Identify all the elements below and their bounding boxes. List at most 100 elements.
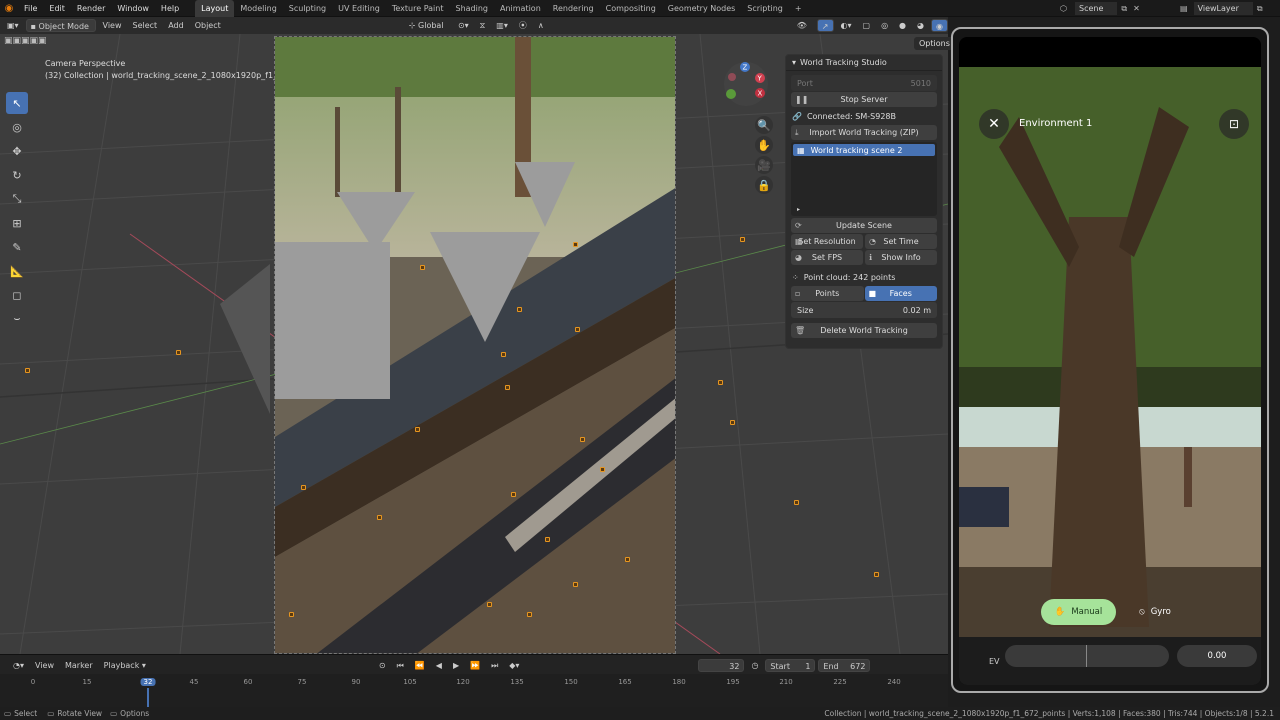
- options-button[interactable]: Options: [914, 37, 955, 50]
- tab-uv-editing[interactable]: UV Editing: [332, 0, 386, 17]
- solid-shading-icon[interactable]: ●: [895, 19, 910, 32]
- menu-file[interactable]: File: [18, 0, 43, 17]
- tab-layout[interactable]: Layout: [195, 0, 235, 17]
- editor-type-icon[interactable]: ▣▾: [3, 19, 23, 32]
- port-field[interactable]: Port 5010: [791, 75, 937, 91]
- ev-slider-thumb[interactable]: [1086, 645, 1087, 667]
- points-toggle[interactable]: ▫ Points: [791, 286, 864, 301]
- new-viewlayer-icon[interactable]: ⧉: [1257, 4, 1263, 14]
- delete-tracking-button[interactable]: 🗑 Delete World Tracking: [791, 323, 937, 338]
- new-scene-icon[interactable]: ⧉: [1121, 4, 1127, 14]
- tab-rendering[interactable]: Rendering: [547, 0, 600, 17]
- timeline-view-menu[interactable]: View: [31, 659, 58, 672]
- xray-icon[interactable]: ▢: [859, 19, 875, 32]
- set-time-button[interactable]: ◔ Set Time: [865, 234, 937, 249]
- lock-icon[interactable]: 🔒: [755, 176, 773, 194]
- select-mode-icons[interactable]: ▣▣▣▣▣: [4, 36, 47, 46]
- menu-help[interactable]: Help: [155, 0, 185, 17]
- orientation-dropdown[interactable]: ⊹ Global ▾: [405, 19, 451, 43]
- current-frame-field[interactable]: 32: [698, 658, 745, 672]
- select-menu[interactable]: Select: [129, 19, 162, 32]
- tab-compositing[interactable]: Compositing: [600, 0, 662, 17]
- snap-target-icon[interactable]: ▥▾: [492, 19, 512, 32]
- falloff-icon[interactable]: ∧: [534, 19, 548, 32]
- rendered-shading-icon[interactable]: ◉: [931, 19, 948, 32]
- play-icon[interactable]: ▶: [449, 659, 463, 672]
- panel-header[interactable]: ▾ World Tracking Studio: [786, 55, 942, 71]
- tab-shading[interactable]: Shading: [449, 0, 494, 17]
- list-expand-icon[interactable]: ▸: [797, 206, 800, 213]
- menu-edit[interactable]: Edit: [43, 0, 71, 17]
- cursor-tool-icon[interactable]: ◎: [6, 116, 28, 138]
- mode-dropdown[interactable]: ▪ Object Mode ▾: [25, 19, 96, 44]
- start-frame-field[interactable]: Start 1: [765, 658, 816, 672]
- add-cube-tool-icon[interactable]: ◻: [6, 284, 28, 306]
- tab-geometry-nodes[interactable]: Geometry Nodes: [662, 0, 741, 17]
- record-icon[interactable]: ⊙: [375, 659, 390, 672]
- tab-modeling[interactable]: Modeling: [234, 0, 282, 17]
- ev-value[interactable]: 0.00: [1177, 645, 1257, 667]
- stop-server-button[interactable]: ❚❚ Stop Server: [791, 92, 937, 107]
- rotate-tool-icon[interactable]: ↻: [6, 164, 28, 186]
- pivot-icon[interactable]: ⊙▾: [454, 19, 473, 32]
- scale-tool-icon[interactable]: ⤡: [6, 188, 28, 210]
- keying-icon[interactable]: ◆▾: [505, 659, 523, 672]
- prev-keyframe-icon[interactable]: ⏪: [411, 659, 429, 672]
- tab-texture-paint[interactable]: Texture Paint: [386, 0, 450, 17]
- proportional-edit-icon[interactable]: ⦿: [515, 19, 531, 32]
- timeline-editor-icon[interactable]: ◔▾: [9, 659, 28, 672]
- delete-scene-icon[interactable]: ✕: [1133, 4, 1140, 13]
- ev-slider[interactable]: [1005, 645, 1169, 667]
- visibility-icon[interactable]: 👁▾: [793, 19, 814, 43]
- scene-selector[interactable]: ⬡ Scene ⧉ ✕: [1060, 2, 1140, 15]
- blender-logo-icon[interactable]: ◉: [0, 3, 18, 14]
- set-resolution-button[interactable]: ▦ Set Resolution: [791, 234, 863, 249]
- set-fps-button[interactable]: ◕ Set FPS: [791, 250, 863, 265]
- overlay-icon[interactable]: ◐▾: [837, 19, 856, 32]
- playhead[interactable]: 32: [140, 678, 156, 686]
- add-menu[interactable]: Add: [164, 19, 188, 32]
- annotate-tool-icon[interactable]: ✎: [6, 236, 28, 258]
- close-icon[interactable]: ✕: [979, 109, 1009, 139]
- snap-icon[interactable]: ⧖: [476, 19, 490, 32]
- timeline-track[interactable]: 0 15 32 45 60 75 90 105 120 135 150 165 …: [0, 674, 948, 708]
- select-tool-icon[interactable]: ↖: [6, 92, 28, 114]
- move-tool-icon[interactable]: ✥: [6, 140, 28, 162]
- timeline-playback-menu[interactable]: Playback ▾: [100, 659, 150, 672]
- update-scene-button[interactable]: ⟳ Update Scene: [791, 218, 937, 233]
- size-field[interactable]: Size 0.02 m: [791, 302, 937, 318]
- transform-tool-icon[interactable]: ⊞: [6, 212, 28, 234]
- material-shading-icon[interactable]: ◕: [913, 19, 928, 32]
- next-keyframe-icon[interactable]: ⏩: [466, 659, 484, 672]
- navigation-gizmo[interactable]: Z Y X: [722, 60, 770, 108]
- tab-animation[interactable]: Animation: [494, 0, 547, 17]
- view-menu[interactable]: View: [99, 19, 126, 32]
- manual-button[interactable]: ✋ Manual: [1041, 599, 1116, 625]
- show-info-button[interactable]: ℹ Show Info: [865, 250, 937, 265]
- end-frame-field[interactable]: End 672: [818, 658, 871, 672]
- object-menu[interactable]: Object: [191, 19, 225, 32]
- tab-scripting[interactable]: Scripting: [741, 0, 789, 17]
- gizmo-toggle-icon[interactable]: ↗: [816, 19, 834, 32]
- add-workspace-button[interactable]: +: [789, 0, 808, 17]
- wireframe-shading-icon[interactable]: ◎: [877, 19, 892, 32]
- list-item[interactable]: ▦ World tracking scene 2: [793, 144, 935, 156]
- menu-render[interactable]: Render: [71, 0, 111, 17]
- import-button[interactable]: ⤓ Import World Tracking (ZIP): [791, 125, 937, 140]
- faces-toggle[interactable]: ■ Faces: [864, 286, 937, 301]
- zoom-icon[interactable]: 🔍: [755, 116, 773, 134]
- pan-hand-icon[interactable]: ✋: [755, 136, 773, 154]
- play-reverse-icon[interactable]: ◀: [432, 659, 446, 672]
- camera-view-icon[interactable]: 🎥: [755, 156, 773, 174]
- scene-list[interactable]: ▦ World tracking scene 2 ▸: [791, 142, 937, 216]
- viewlayer-selector[interactable]: ▤ ViewLayer ⧉: [1180, 2, 1263, 15]
- extra-tool-icon[interactable]: ⌣: [6, 308, 28, 330]
- tab-sculpting[interactable]: Sculpting: [283, 0, 332, 17]
- menu-window[interactable]: Window: [111, 0, 155, 17]
- gyro-button[interactable]: ⦸ Gyro: [1125, 599, 1185, 625]
- jump-start-icon[interactable]: ⏮: [393, 659, 408, 672]
- screenshot-icon[interactable]: ⊡: [1219, 109, 1249, 139]
- jump-end-icon[interactable]: ⏭: [487, 659, 502, 672]
- clock-sync-icon[interactable]: ◷: [747, 659, 762, 672]
- timeline-marker-menu[interactable]: Marker: [61, 659, 97, 672]
